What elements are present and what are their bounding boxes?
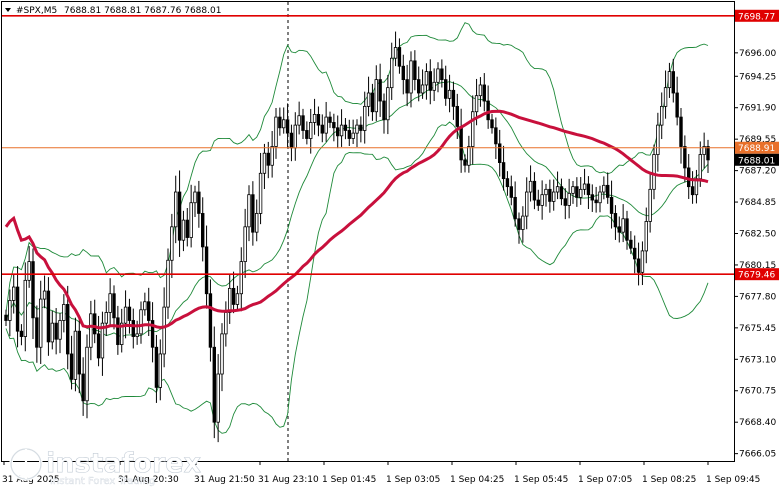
candlestick-chart[interactable]: 7698.77 7688.91 7688.01 7679.46 7696.00 7694… [0,0,781,489]
chart-root: 7698.77 7688.91 7688.01 7679.46 7696.00 7694… [0,0,781,489]
price-level-current[interactable]: 7688.01 [735,153,779,167]
symbol-label: #SPX,M5 [16,6,57,16]
x-tick-label: 1 Sep 07:05 [578,475,632,485]
x-tick-label: 1 Sep 09:45 [706,475,760,485]
y-tick-label: 7691.90 [739,104,776,114]
y-tick-label: 7673.10 [739,355,776,365]
price-level-label: 7688.91 [738,144,775,154]
y-tick-label: 7696.00 [739,49,776,59]
y-tick-label: 7677.80 [739,292,776,302]
x-tick-label: 1 Sep 04:25 [450,475,504,485]
x-tick-label: 1 Sep 08:25 [642,475,696,485]
y-tick-label: 7682.50 [739,230,776,240]
ohlc-values: 7688.81 7688.81 7687.76 7688.01 [64,6,221,16]
y-tick-label: 7675.45 [739,324,776,334]
x-tick-label: 1 Sep 05:45 [514,475,568,485]
chart-header: #SPX,M5 7688.81 7688.81 7687.76 7688.01 [5,6,221,16]
x-tick-label: 1 Sep 03:05 [386,475,440,485]
x-tick-label: 31 Aug 21:50 [194,475,255,485]
logo-name: instaforex [46,448,201,479]
y-tick-label: 7670.75 [739,387,776,397]
x-tick-label: 1 Sep 01:45 [322,475,376,485]
price-level-label: 7698.77 [738,12,775,22]
y-tick-label: 7666.05 [739,450,776,460]
price-level-label: 7679.46 [738,271,775,281]
y-tick-label: 7680.15 [739,261,776,271]
y-tick-label: 7694.25 [739,72,776,82]
price-level-label: 7688.01 [738,156,775,166]
x-tick-label: 31 Aug 23:10 [258,475,319,485]
y-tick-label: 7684.85 [739,198,776,208]
logo-tagline: Instant Forex Trading [50,476,155,487]
y-tick-label: 7668.40 [739,418,776,428]
y-tick-label: 7687.20 [739,167,776,177]
y-tick-label: 7689.55 [739,135,776,145]
